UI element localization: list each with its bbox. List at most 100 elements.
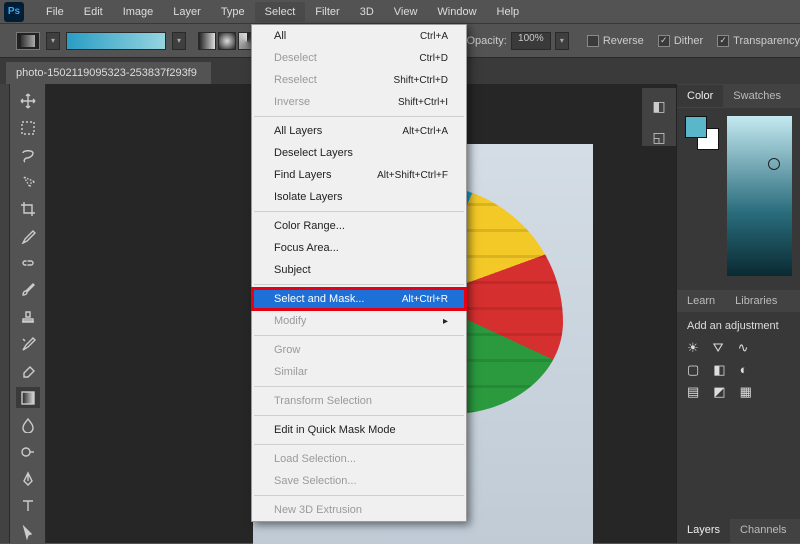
menu-item-label: All Layers bbox=[274, 125, 322, 137]
menu-item-label: Save Selection... bbox=[274, 475, 357, 487]
layers-panel-tabs: Layers Channels bbox=[677, 519, 800, 543]
tool-preset-dropdown-icon[interactable]: ▾ bbox=[46, 32, 60, 50]
menu-item-find-layers[interactable]: Find LayersAlt+Shift+Ctrl+F bbox=[252, 164, 466, 186]
tab-color[interactable]: Color bbox=[677, 85, 723, 107]
curves-adjust-icon[interactable]: ∿ bbox=[738, 340, 749, 356]
gradient-radial-icon[interactable] bbox=[218, 32, 236, 50]
tab-layers[interactable]: Layers bbox=[677, 519, 730, 543]
menu-shortcut: Alt+Ctrl+R bbox=[402, 294, 448, 305]
pen-tool-icon[interactable] bbox=[16, 468, 40, 489]
dither-label: Dither bbox=[674, 35, 703, 47]
menu-item-select-and-mask[interactable]: Select and Mask... Alt+Ctrl+R bbox=[252, 288, 466, 310]
menu-item-edit-in-quick-mask-mode[interactable]: Edit in Quick Mask Mode bbox=[252, 419, 466, 441]
history-icon[interactable]: ◧ bbox=[652, 98, 665, 115]
menu-separator bbox=[254, 116, 464, 117]
vibrance-adjust-icon[interactable]: ▢ bbox=[687, 362, 699, 378]
menu-item-label: Similar bbox=[274, 366, 308, 378]
tab-channels[interactable]: Channels bbox=[730, 519, 796, 543]
menu-item-save-selection: Save Selection... bbox=[252, 470, 466, 492]
menu-item-all-layers[interactable]: All Layers Alt+Ctrl+A bbox=[252, 120, 466, 142]
menu-shortcut: Alt+Ctrl+A bbox=[402, 126, 448, 137]
menu-image[interactable]: Image bbox=[113, 2, 164, 22]
gradient-preview[interactable] bbox=[66, 32, 166, 50]
menu-item-similar: Similar bbox=[252, 361, 466, 383]
eraser-tool-icon[interactable] bbox=[16, 360, 40, 381]
opacity-dropdown-icon[interactable]: ▾ bbox=[555, 32, 569, 50]
type-tool-icon[interactable] bbox=[16, 495, 40, 516]
menu-item-new-3d-extrusion: New 3D Extrusion bbox=[252, 499, 466, 521]
foreground-color-swatch[interactable] bbox=[685, 116, 707, 138]
properties-icon[interactable]: ◱ bbox=[652, 129, 665, 146]
reverse-checkbox[interactable]: Reverse bbox=[587, 35, 644, 47]
bw-adjust-icon[interactable]: ◐ bbox=[740, 362, 748, 378]
transparency-checkbox[interactable]: ✓Transparency bbox=[717, 35, 800, 47]
menu-edit[interactable]: Edit bbox=[74, 2, 113, 22]
history-brush-tool-icon[interactable] bbox=[16, 333, 40, 354]
gradient-linear-icon[interactable] bbox=[198, 32, 216, 50]
document-tab[interactable]: photo-1502119095323-253837f293f9 bbox=[6, 62, 211, 84]
menu-help[interactable]: Help bbox=[487, 2, 530, 22]
blur-tool-icon[interactable] bbox=[16, 414, 40, 435]
foreground-background-swatch[interactable] bbox=[685, 116, 719, 150]
menu-file[interactable]: File bbox=[36, 2, 74, 22]
levels-adjust-icon[interactable]: ⛛ bbox=[713, 340, 724, 356]
opacity-input[interactable]: 100% bbox=[511, 32, 551, 50]
menu-item-deselect: DeselectCtrl+D bbox=[252, 47, 466, 69]
color-panel-tabs: Color Swatches bbox=[677, 84, 800, 108]
lookup-adjust-icon[interactable]: ▦ bbox=[740, 384, 752, 400]
menu-item-reselect: ReselectShift+Ctrl+D bbox=[252, 69, 466, 91]
menu-item-transform-selection: Transform Selection bbox=[252, 390, 466, 412]
menu-shortcut: Alt+Shift+Ctrl+F bbox=[377, 170, 448, 181]
gradient-picker-dropdown-icon[interactable]: ▾ bbox=[172, 32, 186, 50]
tab-libraries[interactable]: Libraries bbox=[725, 290, 787, 312]
tool-preset-picker[interactable] bbox=[16, 32, 40, 50]
menu-item-label: Edit in Quick Mask Mode bbox=[274, 424, 396, 436]
menu-select[interactable]: Select bbox=[255, 2, 306, 22]
menu-filter[interactable]: Filter bbox=[305, 2, 349, 22]
marquee-tool-icon[interactable] bbox=[16, 117, 40, 138]
menu-separator bbox=[254, 386, 464, 387]
gradient-tool-icon[interactable] bbox=[16, 387, 40, 408]
menu-item-label: Deselect bbox=[274, 52, 317, 64]
healing-tool-icon[interactable] bbox=[16, 252, 40, 273]
menu-item-deselect-layers[interactable]: Deselect Layers bbox=[252, 142, 466, 164]
brush-tool-icon[interactable] bbox=[16, 279, 40, 300]
menu-item-color-range[interactable]: Color Range... bbox=[252, 215, 466, 237]
hue-adjust-icon[interactable]: ◧ bbox=[713, 362, 725, 378]
menu-layer[interactable]: Layer bbox=[163, 2, 211, 22]
quick-select-tool-icon[interactable] bbox=[16, 171, 40, 192]
dodge-tool-icon[interactable] bbox=[16, 441, 40, 462]
brightness-adjust-icon[interactable]: ☀ bbox=[687, 340, 699, 356]
menu-item-label: Select and Mask... bbox=[274, 293, 365, 305]
menu-3d[interactable]: 3D bbox=[350, 2, 384, 22]
dither-checkbox[interactable]: ✓Dither bbox=[658, 35, 703, 47]
menu-item-modify: Modify▸ bbox=[252, 310, 466, 332]
tab-learn[interactable]: Learn bbox=[677, 290, 725, 312]
menu-item-label: Isolate Layers bbox=[274, 191, 342, 203]
tab-swatches[interactable]: Swatches bbox=[723, 85, 791, 107]
menu-item-subject[interactable]: Subject bbox=[252, 259, 466, 281]
menu-type[interactable]: Type bbox=[211, 2, 255, 22]
color-panel bbox=[677, 108, 800, 284]
menu-separator bbox=[254, 495, 464, 496]
menu-item-focus-area[interactable]: Focus Area... bbox=[252, 237, 466, 259]
menu-view[interactable]: View bbox=[384, 2, 428, 22]
eyedropper-tool-icon[interactable] bbox=[16, 225, 40, 246]
menu-item-all[interactable]: AllCtrl+A bbox=[252, 25, 466, 47]
menu-window[interactable]: Window bbox=[427, 2, 486, 22]
menu-item-label: Focus Area... bbox=[274, 242, 339, 254]
submenu-arrow-icon: ▸ bbox=[443, 316, 448, 327]
menu-separator bbox=[254, 335, 464, 336]
color-picker-field[interactable] bbox=[727, 116, 792, 276]
channel-mixer-adjust-icon[interactable]: ◩ bbox=[713, 384, 725, 400]
menu-item-isolate-layers[interactable]: Isolate Layers bbox=[252, 186, 466, 208]
menu-item-label: Load Selection... bbox=[274, 453, 356, 465]
lasso-tool-icon[interactable] bbox=[16, 144, 40, 165]
move-tool-icon[interactable] bbox=[16, 90, 40, 111]
crop-tool-icon[interactable] bbox=[16, 198, 40, 219]
adjustments-panel: Add an adjustment ☀ ⛛ ∿ ▢ ◧ ◐ ▤ ◩ ▦ bbox=[677, 312, 800, 414]
stamp-tool-icon[interactable] bbox=[16, 306, 40, 327]
menubar: Ps File Edit Image Layer Type Select Fil… bbox=[0, 0, 800, 24]
path-select-tool-icon[interactable] bbox=[16, 522, 40, 543]
photo-filter-adjust-icon[interactable]: ▤ bbox=[687, 384, 699, 400]
